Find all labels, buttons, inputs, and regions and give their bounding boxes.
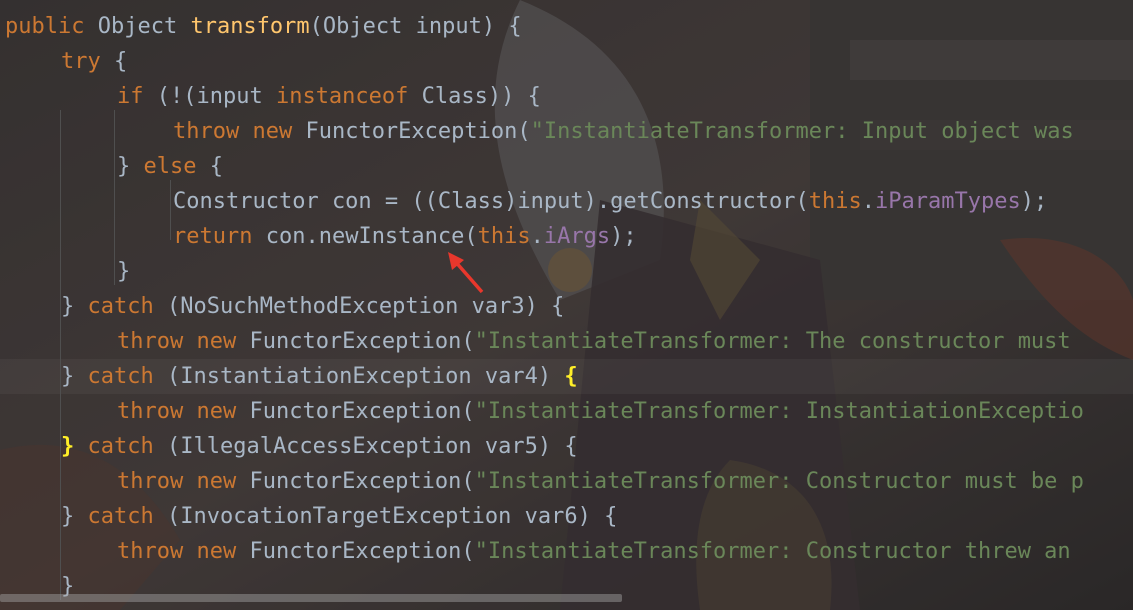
code-line[interactable]: } catch (InvocationTargetException var6)… (0, 499, 1133, 534)
code-text: if (!(input instanceof Class)) { (117, 79, 541, 114)
code-token: FunctorException( (236, 399, 475, 424)
code-line[interactable]: if (!(input instanceof Class)) { (0, 79, 1133, 114)
code-token: FunctorException( (236, 329, 475, 354)
code-token: catch (87, 504, 154, 529)
code-token: else (143, 154, 197, 179)
code-token: (IllegalAccessException var5) { (153, 434, 578, 459)
code-token: transform (190, 14, 310, 39)
code-token: "InstantiateTransformer: InstantiationEx… (474, 399, 1084, 424)
code-token: this (808, 189, 862, 214)
code-text: Constructor con = ((Class)input).getCons… (173, 184, 1047, 219)
code-line[interactable]: public Object transform(Object input) { (0, 9, 1133, 44)
code-token: "InstantiateTransformer: Input object wa… (530, 119, 1074, 144)
code-token: } (117, 154, 144, 179)
code-token: throw new (173, 119, 293, 144)
code-token: (InvocationTargetException var6) { (153, 504, 618, 529)
code-line[interactable]: try { (0, 44, 1133, 79)
code-text: return con.newInstance(this.iArgs); (173, 219, 637, 254)
code-text: throw new FunctorException("InstantiateT… (173, 114, 1074, 149)
code-text: } catch (InvocationTargetException var6)… (61, 499, 617, 534)
red-arrow-icon (448, 252, 484, 294)
code-line[interactable]: } catch (NoSuchMethodException var3) { (0, 289, 1133, 324)
code-token: . (530, 224, 544, 249)
code-token: (Object input) { (309, 14, 522, 39)
code-line[interactable]: throw new FunctorException("InstantiateT… (0, 324, 1133, 359)
code-token: } (61, 294, 88, 319)
code-token: { (100, 49, 128, 74)
code-token: con.newInstance( (252, 224, 478, 249)
code-token: (InstantiationException var4) (153, 364, 565, 389)
code-token: FunctorException( (236, 539, 475, 564)
code-token: { (196, 154, 223, 179)
code-text: } catch (InstantiationException var4) { (61, 359, 578, 394)
code-line[interactable]: throw new FunctorException("InstantiateT… (0, 534, 1133, 569)
code-editor[interactable]: public Object transform(Object input) { … (0, 0, 1133, 610)
code-text: throw new FunctorException("InstantiateT… (117, 394, 1084, 429)
code-token: throw new (117, 329, 237, 354)
code-line[interactable]: throw new FunctorException("InstantiateT… (0, 464, 1133, 499)
code-token: this (477, 224, 531, 249)
code-token: iArgs (543, 224, 611, 249)
code-token: throw new (117, 469, 237, 494)
code-line[interactable]: } catch (IllegalAccessException var5) { (0, 429, 1133, 464)
code-token: "InstantiateTransformer: The constructor… (474, 329, 1071, 354)
code-token: } (61, 434, 75, 459)
code-token: . (861, 189, 875, 214)
code-text: } else { (117, 149, 223, 184)
code-token: } (61, 364, 88, 389)
horizontal-scrollbar[interactable] (0, 594, 622, 602)
code-line[interactable]: } else { (0, 149, 1133, 184)
code-token: FunctorException( (292, 119, 531, 144)
code-token: catch (87, 364, 154, 389)
code-text: public Object transform(Object input) { (5, 9, 522, 44)
code-text: } (117, 254, 130, 289)
code-text: throw new FunctorException("InstantiateT… (117, 464, 1084, 499)
code-line-current[interactable]: } catch (InstantiationException var4) { (0, 359, 1133, 394)
code-token: ); (610, 224, 637, 249)
code-token: catch (87, 294, 154, 319)
code-token: return (173, 224, 253, 249)
code-text: throw new FunctorException("InstantiateT… (117, 534, 1071, 569)
code-token: iParamTypes (875, 189, 1021, 214)
code-token: Class)) { (408, 84, 541, 109)
code-token: throw new (117, 539, 237, 564)
code-token: (!(input (143, 84, 276, 109)
indent-guide (114, 110, 115, 285)
code-token: } (61, 504, 88, 529)
code-text: throw new FunctorException("InstantiateT… (117, 324, 1071, 359)
code-token: try (61, 49, 101, 74)
code-text: } catch (IllegalAccessException var5) { (61, 429, 578, 464)
code-token: if (117, 84, 144, 109)
code-token: ); (1020, 189, 1048, 214)
code-token: instanceof (275, 84, 409, 109)
code-token: (NoSuchMethodException var3) { (153, 294, 565, 319)
code-token: throw new (117, 399, 237, 424)
code-token: } (117, 259, 131, 284)
code-token: Object (84, 14, 191, 39)
code-token: { (564, 364, 578, 389)
indent-guide (170, 180, 171, 240)
indent-guide (60, 110, 61, 600)
code-line[interactable]: throw new FunctorException("InstantiateT… (0, 114, 1133, 149)
code-token: Constructor con = ((Class)input).getCons… (173, 189, 809, 214)
code-text: try { (61, 44, 127, 79)
code-token: "InstantiateTransformer: Constructor mus… (474, 469, 1084, 494)
code-token: public (5, 14, 85, 39)
code-line[interactable]: } (0, 254, 1133, 289)
code-token: FunctorException( (236, 469, 475, 494)
code-token: catch (87, 434, 154, 459)
code-token: "InstantiateTransformer: Constructor thr… (474, 539, 1071, 564)
code-line[interactable]: throw new FunctorException("InstantiateT… (0, 394, 1133, 429)
